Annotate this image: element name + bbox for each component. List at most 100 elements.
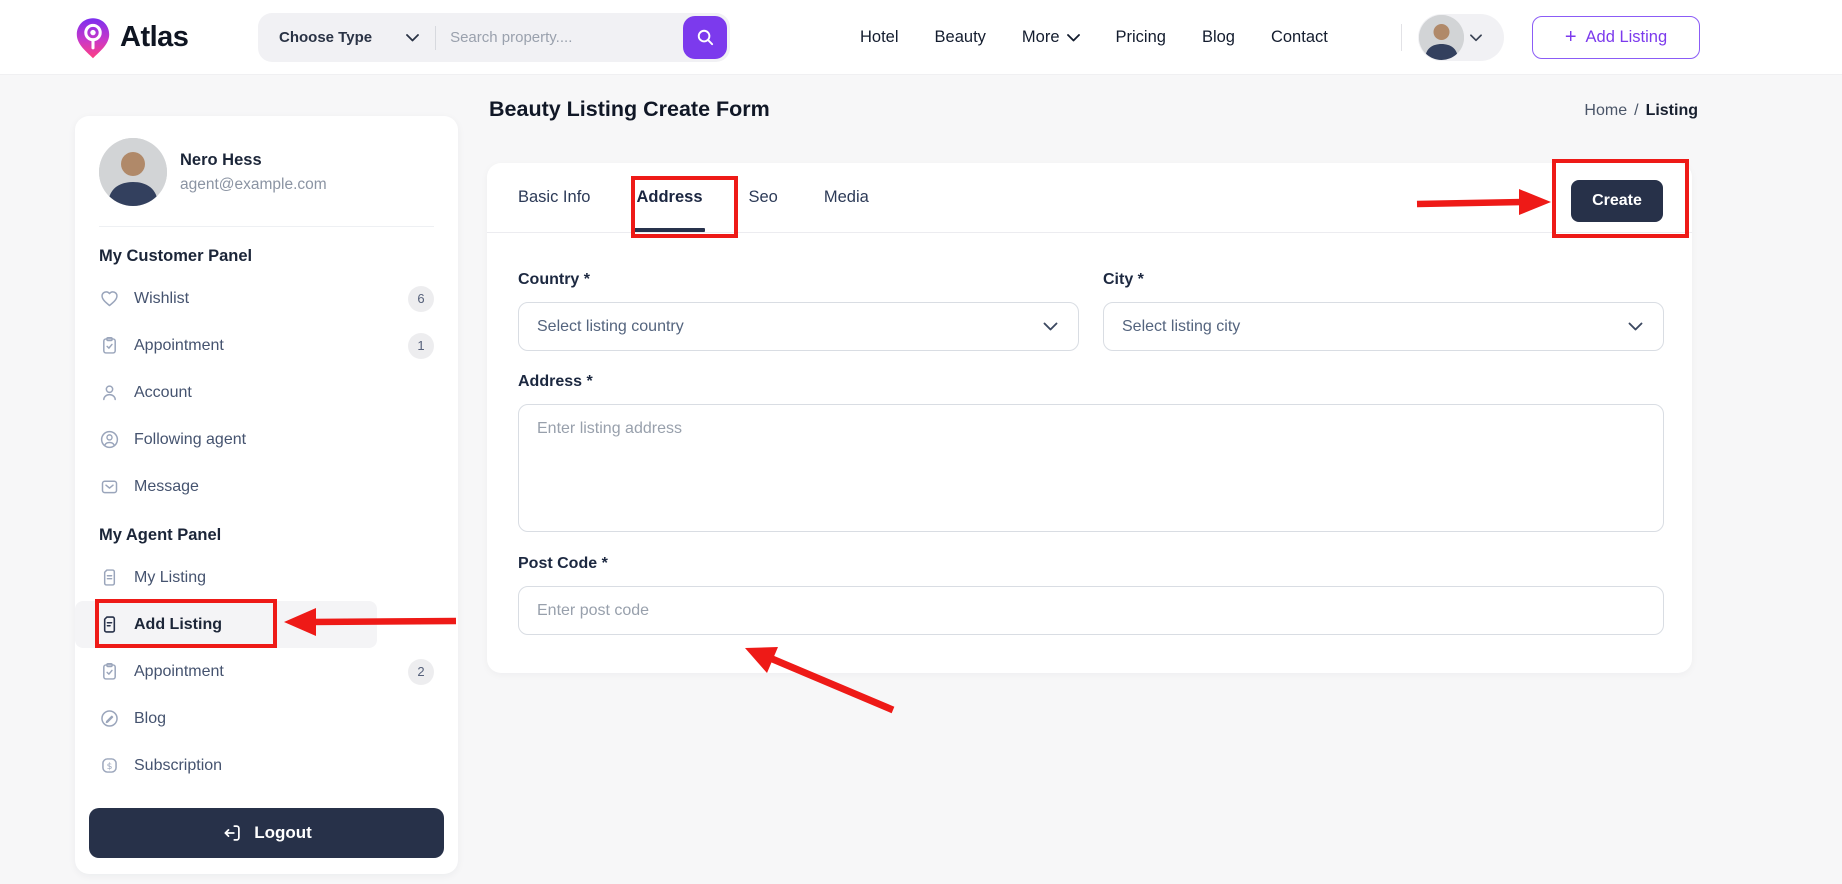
svg-text:$: $ xyxy=(107,761,113,772)
agent-panel-title: My Agent Panel xyxy=(99,526,222,544)
tab-basic-info[interactable]: Basic Info xyxy=(518,163,590,232)
nav-contact[interactable]: Contact xyxy=(1271,28,1328,47)
sidebar-item-add-listing[interactable]: Add Listing xyxy=(75,601,377,648)
sidebar-item-my-listing[interactable]: My Listing xyxy=(99,554,434,601)
tab-media[interactable]: Media xyxy=(824,163,869,232)
breadcrumb-separator: / xyxy=(1634,102,1639,119)
breadcrumb-current: Listing xyxy=(1645,102,1698,119)
pencil-circle-icon xyxy=(99,708,120,729)
tab-seo[interactable]: Seo xyxy=(749,163,778,232)
sidebar-item-blog[interactable]: Blog xyxy=(99,695,434,742)
user-icon xyxy=(99,382,120,403)
logout-button[interactable]: Logout xyxy=(89,808,444,858)
customer-panel-list: Wishlist 6 Appointment 1 Account Followi… xyxy=(99,275,434,510)
user-menu[interactable] xyxy=(1418,14,1504,61)
sidebar-item-label: Account xyxy=(134,383,192,401)
header: Atlas Choose Type Hotel Beauty More xyxy=(0,0,1842,75)
sidebar-item-message[interactable]: Message xyxy=(99,463,434,510)
dollar-icon: $ xyxy=(99,755,120,776)
sidebar-item-label: Appointment xyxy=(134,336,224,354)
search-bar: Choose Type xyxy=(258,13,730,62)
country-select-value: Select listing country xyxy=(537,317,684,335)
post-code-input[interactable] xyxy=(518,586,1664,635)
sidebar-item-appointment[interactable]: Appointment 1 xyxy=(99,322,434,369)
address-label: Address * xyxy=(518,373,593,390)
address-textarea[interactable] xyxy=(518,404,1664,532)
chevron-down-icon xyxy=(1470,33,1482,42)
clipboard-check-icon xyxy=(99,661,120,682)
brand-name: Atlas xyxy=(120,21,189,53)
sidebar: Nero Hess agent@example.com My Customer … xyxy=(75,116,458,874)
city-select[interactable]: Select listing city xyxy=(1103,302,1664,351)
sidebar-item-label: Add Listing xyxy=(134,615,222,633)
breadcrumb: Home / Listing xyxy=(1584,102,1698,120)
user-circle-icon xyxy=(99,429,120,450)
search-input[interactable] xyxy=(450,29,683,46)
post-code-label: Post Code * xyxy=(518,555,608,572)
sidebar-item-following-agent[interactable]: Following agent xyxy=(99,416,434,463)
page-title: Beauty Listing Create Form xyxy=(489,97,770,121)
profile: Nero Hess agent@example.com xyxy=(99,138,434,206)
divider xyxy=(99,226,434,227)
chevron-down-icon xyxy=(406,33,419,42)
choose-type-dropdown[interactable]: Choose Type xyxy=(279,29,419,46)
clipboard-check-icon xyxy=(99,335,120,356)
search-icon xyxy=(696,28,715,47)
nav-more-label: More xyxy=(1021,28,1060,46)
create-button[interactable]: Create xyxy=(1571,180,1663,222)
sidebar-item-label: Message xyxy=(134,477,199,495)
chevron-down-icon xyxy=(1628,322,1643,331)
chevron-down-icon xyxy=(1066,33,1080,42)
logout-icon xyxy=(221,822,243,844)
sidebar-item-label: My Listing xyxy=(134,568,207,586)
sidebar-item-wishlist[interactable]: Wishlist 6 xyxy=(99,275,434,322)
city-label: City * xyxy=(1103,271,1144,288)
count-badge: 1 xyxy=(408,332,434,359)
breadcrumb-home[interactable]: Home xyxy=(1584,102,1627,120)
nav-more[interactable]: More xyxy=(1022,28,1080,47)
sidebar-item-label: Subscription xyxy=(134,756,223,774)
add-listing-label: Add Listing xyxy=(1585,28,1668,46)
nav-pricing[interactable]: Pricing xyxy=(1116,28,1166,47)
count-badge: 2 xyxy=(408,658,434,685)
nav-hotel[interactable]: Hotel xyxy=(860,28,899,47)
city-select-value: Select listing city xyxy=(1122,317,1241,335)
map-pin-icon xyxy=(75,16,111,60)
sidebar-item-label: Appointment xyxy=(134,662,224,680)
country-label: Country * xyxy=(518,271,590,288)
file-icon xyxy=(99,567,120,588)
tab-address[interactable]: Address xyxy=(634,163,705,232)
user-name: Nero Hess xyxy=(180,150,262,169)
address-form: Country * Select listing country City * … xyxy=(487,233,1692,635)
avatar xyxy=(1419,15,1464,60)
plus-icon: + xyxy=(1564,25,1577,48)
agent-panel-list: My Listing Add Listing Appointment 2 Blo… xyxy=(75,554,434,789)
brand-logo[interactable]: Atlas xyxy=(75,0,189,75)
sidebar-item-label: Following agent xyxy=(134,430,247,448)
sidebar-item-label: Wishlist xyxy=(134,289,190,307)
envelope-icon xyxy=(99,476,120,497)
heart-icon xyxy=(99,288,120,309)
customer-panel-title: My Customer Panel xyxy=(99,247,253,265)
choose-type-label: Choose Type xyxy=(279,29,373,46)
sidebar-item-label: Blog xyxy=(134,709,167,727)
sidebar-item-account[interactable]: Account xyxy=(99,369,434,416)
file-edit-icon xyxy=(99,614,120,635)
sidebar-item-appointment-agent[interactable]: Appointment 2 xyxy=(99,648,434,695)
main-nav: Hotel Beauty More Pricing Blog Contact xyxy=(860,0,1328,75)
page: Atlas Choose Type Hotel Beauty More xyxy=(0,0,1842,884)
count-badge: 6 xyxy=(408,285,434,312)
nav-beauty[interactable]: Beauty xyxy=(935,28,986,47)
avatar xyxy=(99,138,167,206)
add-listing-button[interactable]: + Add Listing xyxy=(1532,16,1700,59)
search-button[interactable] xyxy=(683,16,727,59)
nav-blog[interactable]: Blog xyxy=(1202,28,1235,47)
country-select[interactable]: Select listing country xyxy=(518,302,1079,351)
divider xyxy=(1401,24,1402,51)
tabs: Basic Info Address Seo Media xyxy=(487,163,1692,233)
user-email: agent@example.com xyxy=(180,175,327,193)
logout-label: Logout xyxy=(254,823,312,842)
chevron-down-icon xyxy=(1043,322,1058,331)
sidebar-item-subscription[interactable]: $ Subscription xyxy=(99,742,434,789)
form-card: Basic Info Address Seo Media Create Coun… xyxy=(487,163,1692,673)
